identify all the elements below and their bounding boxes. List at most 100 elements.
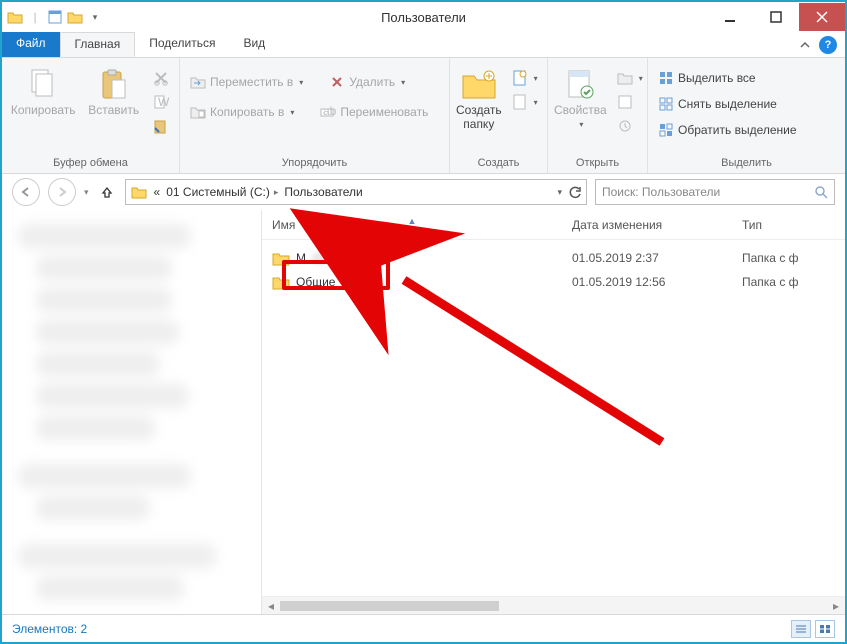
open-button[interactable]: ▾ bbox=[613, 68, 647, 88]
delete-button[interactable]: Удалить▾ bbox=[325, 72, 409, 92]
search-input[interactable] bbox=[602, 185, 828, 199]
breadcrumb-drive[interactable]: 01 Системный (C:)▸ bbox=[166, 185, 278, 199]
folder-icon bbox=[272, 274, 290, 290]
item-name-label: M bbox=[296, 251, 306, 265]
edit-icon bbox=[617, 94, 633, 110]
list-item[interactable]: M 01.05.2019 2:37 Папка с ф bbox=[262, 246, 845, 270]
explorer-window: | ▾ Пользователи Файл Главная Поделить bbox=[0, 0, 847, 644]
history-icon bbox=[617, 118, 633, 134]
file-list[interactable]: M 01.05.2019 2:37 Папка с ф Общие 01.05.… bbox=[262, 240, 845, 596]
copy-path-icon: W bbox=[153, 94, 169, 110]
open-small-col: ▾ bbox=[613, 62, 647, 136]
ribbon-tabs: Файл Главная Поделиться Вид ? bbox=[2, 32, 845, 58]
qat-dropdown-icon[interactable]: ▾ bbox=[86, 8, 104, 26]
address-bar[interactable]: « 01 Системный (C:)▸ Пользователи ▾ bbox=[125, 179, 587, 205]
list-item[interactable]: Общие 01.05.2019 12:56 Папка с ф bbox=[262, 270, 845, 294]
help-icon[interactable]: ? bbox=[819, 36, 837, 54]
column-type[interactable]: Тип bbox=[732, 218, 845, 232]
search-icon bbox=[814, 185, 828, 199]
paste-icon bbox=[96, 66, 132, 102]
nav-forward-button[interactable] bbox=[48, 178, 76, 206]
item-type-label: Папка с ф bbox=[732, 251, 845, 265]
easy-access-button[interactable]: ▾ bbox=[508, 92, 542, 112]
scroll-right-icon[interactable]: ▸ bbox=[827, 598, 845, 614]
tab-home[interactable]: Главная bbox=[60, 32, 136, 57]
properties-button[interactable]: Свойства ▾ bbox=[554, 62, 607, 129]
cut-button[interactable] bbox=[149, 68, 173, 88]
scroll-track[interactable] bbox=[280, 601, 827, 611]
svg-text:ab: ab bbox=[323, 105, 336, 118]
select-none-button[interactable]: Снять выделение bbox=[654, 94, 781, 114]
open-icon bbox=[617, 70, 633, 86]
large-icons-view-button[interactable] bbox=[815, 620, 835, 638]
window-title: Пользователи bbox=[381, 10, 466, 25]
ribbon-collapse-icon[interactable] bbox=[797, 37, 813, 53]
column-name[interactable]: Имя ▲ bbox=[262, 218, 562, 232]
nav-back-button[interactable] bbox=[12, 178, 40, 206]
move-to-button[interactable]: Переместить в▾ bbox=[186, 72, 307, 92]
copy-path-button[interactable]: W bbox=[149, 92, 173, 112]
horizontal-scrollbar[interactable]: ◂ ▸ bbox=[262, 596, 845, 614]
sort-ascending-icon: ▲ bbox=[408, 216, 417, 226]
ribbon-group-label: Создать bbox=[450, 157, 547, 173]
breadcrumb-truncate[interactable]: « bbox=[154, 185, 161, 199]
tab-view[interactable]: Вид bbox=[229, 32, 279, 57]
rename-icon: ab bbox=[320, 104, 336, 120]
easy-access-icon bbox=[512, 94, 528, 110]
paste-button[interactable]: Вставить bbox=[84, 62, 143, 118]
copy-icon bbox=[25, 66, 61, 102]
nav-up-button[interactable] bbox=[97, 178, 117, 206]
column-headers: Имя ▲ Дата изменения Тип bbox=[262, 210, 845, 240]
paste-shortcut-button[interactable] bbox=[149, 116, 173, 136]
navigation-pane[interactable] bbox=[2, 210, 262, 614]
copy-button[interactable]: Копировать bbox=[8, 62, 78, 118]
details-view-button[interactable] bbox=[791, 620, 811, 638]
search-box[interactable] bbox=[595, 179, 835, 205]
rename-button[interactable]: ab Переименовать bbox=[316, 102, 432, 122]
item-type-label: Папка с ф bbox=[732, 275, 845, 289]
breadcrumb-folder[interactable]: Пользователи bbox=[284, 185, 362, 199]
address-dropdown-icon[interactable]: ▾ bbox=[557, 187, 562, 198]
navigation-blurred-content bbox=[8, 216, 255, 608]
properties-icon[interactable] bbox=[46, 8, 64, 26]
column-date[interactable]: Дата изменения bbox=[562, 218, 732, 232]
invert-selection-button[interactable]: Обратить выделение bbox=[654, 120, 801, 140]
tab-file[interactable]: Файл bbox=[2, 32, 60, 57]
svg-text:W: W bbox=[158, 95, 169, 109]
move-to-icon bbox=[190, 74, 206, 90]
ribbon-group-organize: Переместить в▾ Удалить▾ Копировать в▾ ab… bbox=[180, 58, 450, 173]
scroll-left-icon[interactable]: ◂ bbox=[262, 598, 280, 614]
minimize-button[interactable] bbox=[707, 3, 753, 31]
scroll-thumb[interactable] bbox=[280, 601, 499, 611]
folder-icon bbox=[272, 250, 290, 266]
ribbon-group-select: Выделить все Снять выделение Обратить вы… bbox=[648, 58, 845, 173]
edit-button[interactable] bbox=[613, 92, 647, 112]
cut-icon bbox=[153, 70, 169, 86]
ribbon-group-label: Буфер обмена bbox=[2, 157, 179, 173]
new-small-col: ▾ ▾ bbox=[508, 62, 542, 112]
copy-to-icon bbox=[190, 104, 206, 120]
item-name-label: Общие bbox=[296, 275, 335, 289]
main-area: Имя ▲ Дата изменения Тип M 01.05.2019 2:… bbox=[2, 210, 845, 614]
paste-shortcut-icon bbox=[153, 118, 169, 134]
ribbon-group-label: Открыть bbox=[548, 157, 647, 173]
title-bar: | ▾ Пользователи bbox=[2, 2, 845, 32]
new-item-button[interactable]: ▾ bbox=[508, 68, 542, 88]
select-all-button[interactable]: Выделить все bbox=[654, 68, 760, 88]
close-button[interactable] bbox=[799, 3, 845, 31]
maximize-button[interactable] bbox=[753, 3, 799, 31]
new-folder-icon bbox=[461, 66, 497, 102]
select-all-icon bbox=[658, 70, 674, 86]
nav-recent-dropdown[interactable]: ▾ bbox=[84, 187, 89, 198]
tab-share[interactable]: Поделиться bbox=[135, 32, 229, 57]
refresh-button[interactable] bbox=[568, 185, 582, 199]
select-none-icon bbox=[658, 96, 674, 112]
new-folder-icon[interactable] bbox=[66, 8, 84, 26]
delete-icon bbox=[329, 74, 345, 90]
copy-to-button[interactable]: Копировать в▾ bbox=[186, 102, 298, 122]
ribbon: Копировать Вставить W Буфер обмена bbox=[2, 58, 845, 174]
history-button[interactable] bbox=[613, 116, 647, 136]
folder-icon bbox=[130, 184, 148, 200]
new-folder-button[interactable]: Создать папку bbox=[456, 62, 502, 132]
blurred-text bbox=[312, 252, 356, 264]
